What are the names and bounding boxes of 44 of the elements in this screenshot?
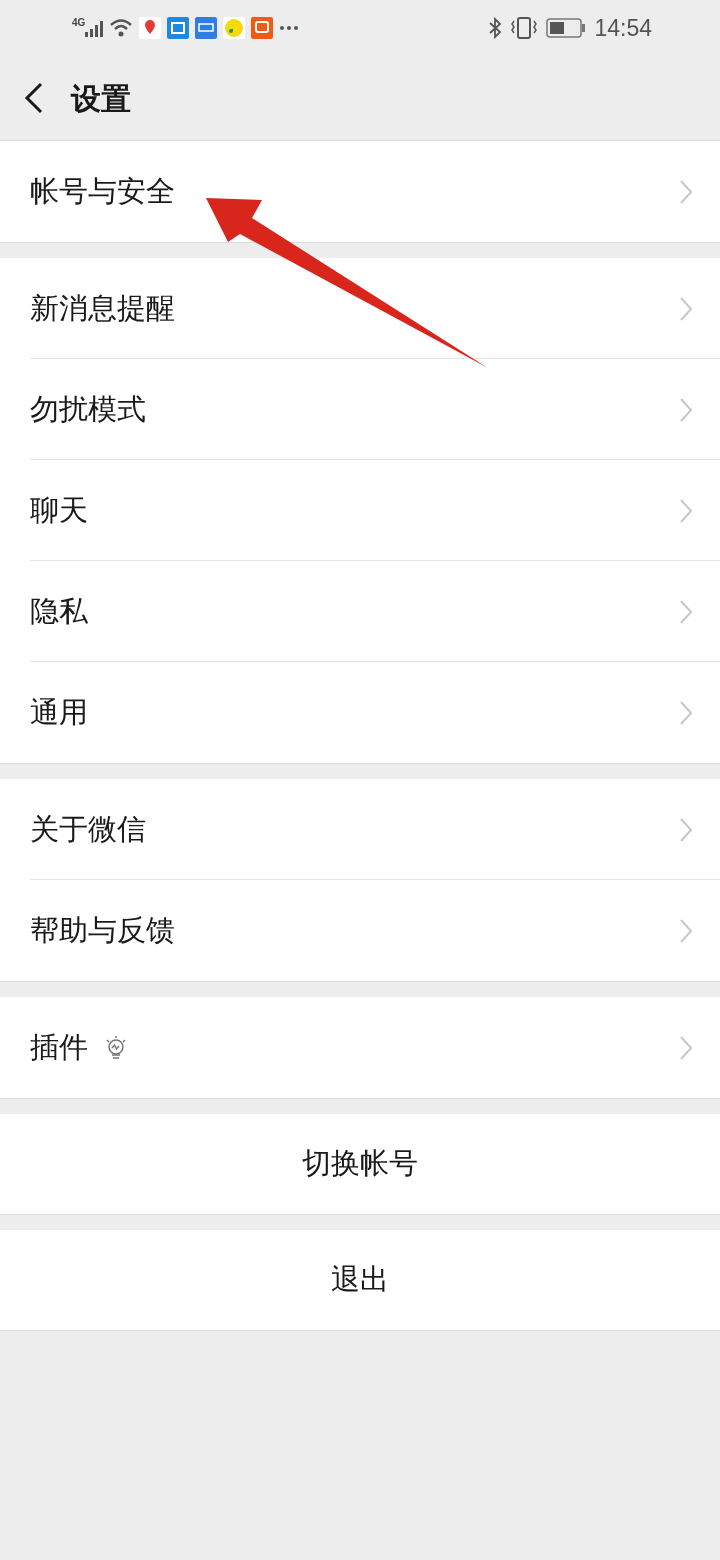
back-icon[interactable] (24, 82, 44, 114)
item-label: 新消息提醒 (30, 290, 175, 326)
clock: 14:54 (594, 13, 652, 43)
bluetooth-icon (488, 17, 503, 39)
settings-item[interactable]: 插件 (0, 997, 720, 1098)
item-label: 勿扰模式 (30, 391, 146, 427)
settings-item[interactable]: 新消息提醒 (0, 258, 720, 359)
settings-item[interactable]: 帮助与反馈 (0, 880, 720, 981)
action-button[interactable]: 切换帐号 (0, 1114, 720, 1215)
more-icon (279, 26, 300, 30)
chevron-right-icon (680, 397, 692, 422)
item-label: 帐号与安全 (30, 173, 175, 209)
vibrate-icon (510, 16, 539, 40)
action-button[interactable]: 退出 (0, 1230, 720, 1331)
chevron-right-icon (680, 1035, 692, 1060)
settings-item[interactable]: 关于微信 (0, 779, 720, 880)
app-icon (195, 17, 218, 39)
settings-item[interactable]: 聊天 (0, 460, 720, 561)
chevron-right-icon (680, 700, 692, 725)
network-label: 4G (72, 15, 86, 30)
item-label: 帮助与反馈 (30, 912, 175, 948)
settings-item[interactable]: 隐私 (0, 561, 720, 662)
item-label: 隐私 (30, 593, 88, 629)
settings-item[interactable]: 帐号与安全 (0, 141, 720, 242)
item-label: 插件 (30, 1029, 88, 1065)
item-label: 聊天 (30, 492, 88, 528)
settings-item[interactable]: 通用 (0, 662, 720, 763)
item-label: 关于微信 (30, 811, 146, 847)
battery-icon (546, 18, 587, 38)
chevron-right-icon (680, 296, 692, 321)
chevron-right-icon (680, 498, 692, 523)
chevron-right-icon (680, 599, 692, 624)
chevron-right-icon (680, 817, 692, 842)
music-note-icon (223, 17, 246, 39)
app-icon (167, 17, 190, 39)
lightbulb-icon (104, 1033, 128, 1062)
page-title: 设置 (71, 80, 131, 117)
item-label: 通用 (30, 694, 88, 730)
settings-item[interactable]: 勿扰模式 (0, 359, 720, 460)
app-icon (251, 17, 274, 39)
signal-icon (85, 18, 106, 38)
map-pin-icon (139, 17, 162, 39)
chevron-right-icon (680, 918, 692, 943)
chevron-right-icon (680, 179, 692, 204)
